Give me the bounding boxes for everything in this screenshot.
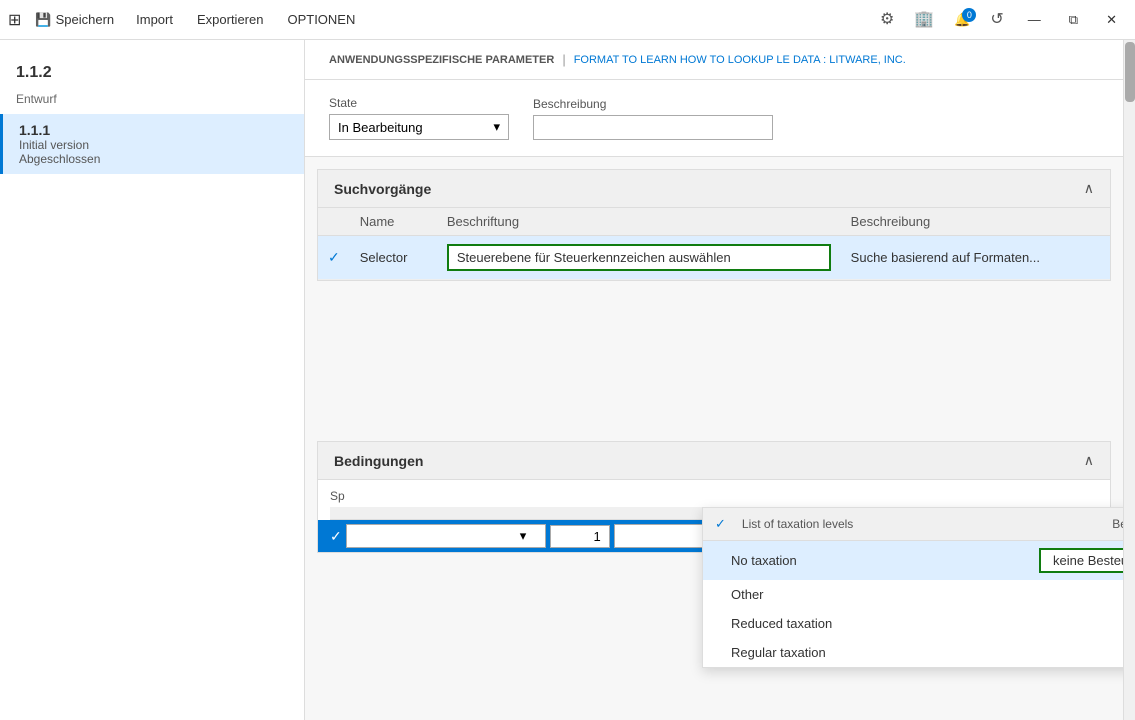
scrollbar-track[interactable] xyxy=(1123,40,1135,720)
dropdown-item-3[interactable]: Regular taxation xyxy=(703,638,1123,667)
row-check-cell: ✓ xyxy=(318,236,350,280)
bedin-number-cell[interactable]: 1 xyxy=(550,525,610,548)
state-select-value: In Bearbeitung xyxy=(338,120,485,135)
dropdown-item-name-2: Reduced taxation xyxy=(731,616,1023,631)
grid-icon: ⊞ xyxy=(8,10,21,30)
bedin-text-input[interactable] xyxy=(350,529,520,544)
refresh-button[interactable]: ↺ xyxy=(984,8,1009,32)
dropdown-panel: ✓ List of taxation levels Beschriftung N… xyxy=(702,507,1123,668)
breadcrumb-part2: FORMAT TO LEARN HOW TO LOOKUP LE DATA : … xyxy=(574,54,906,66)
suchvorgange-section: Suchvorgänge ∧ Name Beschriftung Beschre… xyxy=(317,169,1111,281)
bedingungen-header[interactable]: Bedingungen ∧ xyxy=(318,442,1110,480)
bedingungen-chevron-icon: ∧ xyxy=(1084,452,1094,469)
maximize-button[interactable]: ⧉ xyxy=(1059,8,1088,32)
state-label: State xyxy=(329,96,509,110)
save-button[interactable]: 💾 Speichern xyxy=(27,8,122,32)
chevron-down-icon: ▾ xyxy=(493,119,500,135)
sidebar: 1.1.2 Entwurf 1.1.1 Initial version Abge… xyxy=(0,40,305,720)
row-name-cell: Selector xyxy=(350,236,437,280)
notification-button[interactable]: 🔔 0 xyxy=(948,8,976,32)
options-button[interactable]: OPTIONEN xyxy=(277,8,365,31)
state-select[interactable]: In Bearbeitung ▾ xyxy=(329,114,509,140)
dropdown-item-2[interactable]: Reduced taxation xyxy=(703,609,1123,638)
close-button[interactable]: ✕ xyxy=(1096,8,1127,32)
beschriftung-highlight[interactable]: Steuerebene für Steuerkennzeichen auswäh… xyxy=(447,244,831,271)
import-button[interactable]: Import xyxy=(126,8,183,31)
col-name: Name xyxy=(350,208,437,236)
content-wrapper: Suchvorgänge ∧ Name Beschriftung Beschre… xyxy=(305,157,1123,720)
dropdown-col-beschriftung: Beschriftung xyxy=(1112,517,1123,531)
state-field: State In Bearbeitung ▾ xyxy=(329,96,509,140)
content-area: ANWENDUNGSSPEZIFISCHE PARAMETER | FORMAT… xyxy=(305,40,1123,720)
sidebar-top-version: 1.1.2 xyxy=(0,56,304,90)
titlebar: ⊞ 💾 Speichern Import Exportieren OPTIONE… xyxy=(0,0,1135,40)
dropdown-item-value-0[interactable]: keine Besteuerung xyxy=(1039,548,1123,573)
suchvorgange-table-wrapper: Name Beschriftung Beschreibung ✓ Selecto… xyxy=(318,208,1110,280)
breadcrumb-part1: ANWENDUNGSSPEZIFISCHE PARAMETER xyxy=(329,54,554,66)
col-beschriftung: Beschriftung xyxy=(437,208,841,236)
bedin-check-icon: ✓ xyxy=(330,528,342,545)
scrollbar-thumb[interactable] xyxy=(1125,42,1135,102)
table-header-row: Name Beschriftung Beschreibung xyxy=(318,208,1110,236)
bedingungen-sp-label: Sp xyxy=(318,480,1110,507)
sidebar-item-subtitle: Initial version xyxy=(19,138,288,152)
dropdown-check-header: ✓ xyxy=(715,516,726,532)
row-beschriftung-cell: Steuerebene für Steuerkennzeichen auswäh… xyxy=(437,236,841,280)
suchvorgange-title: Suchvorgänge xyxy=(334,181,431,197)
beschreibung-field: Beschreibung xyxy=(533,97,773,140)
col-beschreibung: Beschreibung xyxy=(841,208,1110,236)
sidebar-item-version: 1.1.1 xyxy=(19,122,288,138)
office-icon-btn[interactable]: 🏢 xyxy=(908,8,940,32)
sidebar-item-1[interactable]: 1.1.1 Initial version Abgeschlossen xyxy=(0,114,304,174)
col-check xyxy=(318,208,350,236)
bedin-input-cell: ▾ xyxy=(346,524,546,548)
export-button[interactable]: Exportieren xyxy=(187,8,273,31)
dropdown-col-name: List of taxation levels xyxy=(742,517,1096,531)
suchvorgange-header[interactable]: Suchvorgänge ∧ xyxy=(318,170,1110,208)
dropdown-header: ✓ List of taxation levels Beschriftung xyxy=(703,508,1123,541)
form-area: State In Bearbeitung ▾ Beschreibung xyxy=(305,80,1123,157)
titlebar-icons: ⚙ 🏢 🔔 0 ↺ — ⧉ ✕ xyxy=(874,8,1127,32)
table-row[interactable]: ✓ Selector Steuerebene für Steuerkennzei… xyxy=(318,236,1110,280)
bedingungen-title: Bedingungen xyxy=(334,453,423,469)
dropdown-item-name-1: Other xyxy=(731,587,1023,602)
dropdown-item-name-3: Regular taxation xyxy=(731,645,1023,660)
breadcrumb-separator: | xyxy=(562,52,565,67)
dropdown-item-1[interactable]: Other xyxy=(703,580,1123,609)
suchvorgange-table: Name Beschriftung Beschreibung ✓ Selecto… xyxy=(318,208,1110,280)
main-layout: 1.1.2 Entwurf 1.1.1 Initial version Abge… xyxy=(0,40,1135,720)
bedin-dropdown-icon[interactable]: ▾ xyxy=(520,528,527,544)
notification-badge: 0 xyxy=(962,8,976,22)
sidebar-item-status: Abgeschlossen xyxy=(19,152,288,166)
row-beschreibung-cell: Suche basierend auf Formaten... xyxy=(841,236,1110,280)
settings-icon-btn[interactable]: ⚙ xyxy=(874,8,900,32)
check-icon: ✓ xyxy=(328,249,340,265)
suchvorgange-chevron-icon: ∧ xyxy=(1084,180,1094,197)
minimize-button[interactable]: — xyxy=(1018,8,1051,31)
breadcrumb: ANWENDUNGSSPEZIFISCHE PARAMETER | FORMAT… xyxy=(305,40,1123,80)
save-icon: 💾 xyxy=(35,12,51,28)
dropdown-item-0[interactable]: No taxation keine Besteuerung xyxy=(703,541,1123,580)
dropdown-item-name-0: No taxation xyxy=(731,553,1023,568)
beschreibung-label: Beschreibung xyxy=(533,97,773,111)
beschreibung-input[interactable] xyxy=(533,115,773,140)
sidebar-draft-label: Entwurf xyxy=(0,90,304,114)
